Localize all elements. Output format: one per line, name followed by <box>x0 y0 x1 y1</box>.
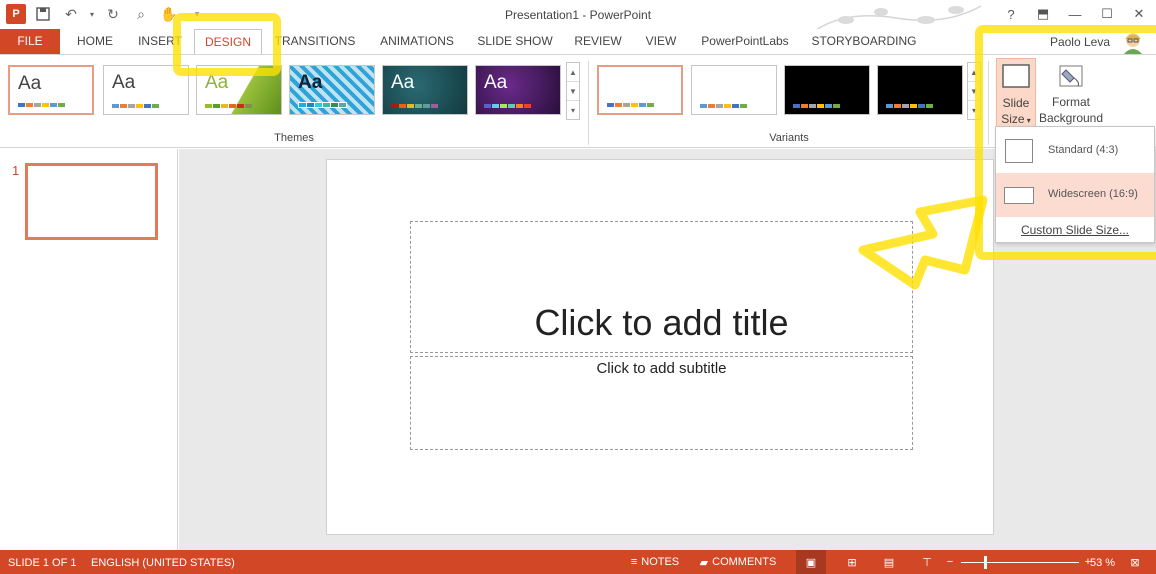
variant-3[interactable] <box>784 65 870 115</box>
slide-size-highlight <box>975 25 1156 260</box>
group-divider <box>588 61 589 145</box>
tab-review[interactable]: REVIEW <box>568 29 628 54</box>
tab-animations[interactable]: ANIMATIONS <box>372 29 462 54</box>
gallery-down-icon[interactable]: ▼ <box>567 82 579 101</box>
title-placeholder[interactable]: Click to add title <box>410 221 913 353</box>
gallery-more-icon[interactable]: ▾ <box>567 101 579 119</box>
title-placeholder-text: Click to add title <box>534 302 789 343</box>
help-icon[interactable]: ? <box>1000 5 1022 23</box>
theme-sample-text: Aa <box>112 72 136 93</box>
comments-label: COMMENTS <box>712 556 777 568</box>
theme-integral[interactable]: Aa <box>289 65 375 115</box>
slide-thumbnail[interactable] <box>25 163 158 240</box>
notes-button[interactable]: ≡ NOTES <box>630 554 680 570</box>
slide-indicator: SLIDE 1 OF 1 <box>8 557 77 569</box>
slide-show-icon[interactable]: ⊤ <box>915 554 939 570</box>
status-bar: SLIDE 1 OF 1 ENGLISH (UNITED STATES) ≡ NO… <box>0 550 1156 574</box>
ribbon-display-options-icon[interactable]: ⬒ <box>1032 5 1054 23</box>
reading-view-icon[interactable]: ▤ <box>877 554 901 570</box>
close-icon[interactable]: ✕ <box>1128 5 1150 23</box>
tab-view[interactable]: VIEW <box>640 29 682 54</box>
theme-ion[interactable]: Aa <box>475 65 561 115</box>
tab-home[interactable]: HOME <box>70 29 120 54</box>
window-controls: ? ⬒ — ☐ ✕ <box>1000 5 1150 23</box>
design-tab-highlight <box>173 13 281 76</box>
variants-group-label: Variants <box>769 132 809 144</box>
tab-powerpointlabs[interactable]: PowerPointLabs <box>694 29 796 54</box>
normal-view-icon[interactable]: ▣ <box>796 550 826 574</box>
variant-4[interactable] <box>877 65 963 115</box>
theme-sample-text: Aa <box>18 73 42 94</box>
tab-slide-show[interactable]: SLIDE SHOW <box>474 29 556 54</box>
annotation-arrow-icon <box>858 195 988 290</box>
minimize-icon[interactable]: — <box>1064 5 1086 23</box>
fit-to-window-icon[interactable]: ⊠ <box>1125 554 1145 570</box>
tab-transitions[interactable]: TRANSITIONS <box>270 29 360 54</box>
theme-sample-text: Aa <box>298 72 323 93</box>
zoom-slider[interactable] <box>961 562 1079 563</box>
slide-sorter-icon[interactable]: ⊞ <box>840 554 864 570</box>
zoom-out-icon[interactable]: − <box>944 554 956 570</box>
comments-button[interactable]: ▰ COMMENTS <box>698 554 778 570</box>
subtitle-placeholder-text: Click to add subtitle <box>596 360 727 377</box>
language-indicator[interactable]: ENGLISH (UNITED STATES) <box>91 557 235 569</box>
notes-icon: ≡ <box>630 556 638 568</box>
theme-office[interactable]: Aa <box>8 65 94 115</box>
theme-ion-boardroom[interactable]: Aa <box>382 65 468 115</box>
tab-file[interactable]: FILE <box>0 29 60 54</box>
theme-sample-text: Aa <box>391 72 415 93</box>
variant-2[interactable] <box>691 65 777 115</box>
themes-gallery-scroll[interactable]: ▲ ▼ ▾ <box>566 62 580 120</box>
variant-1[interactable] <box>597 65 683 115</box>
comments-icon: ▰ <box>699 556 709 569</box>
slide-number: 1 <box>12 163 20 178</box>
themes-group-label: Themes <box>274 132 314 144</box>
zoom-level[interactable]: 53 % <box>1090 557 1115 569</box>
zoom-slider-thumb[interactable] <box>984 556 987 569</box>
gallery-up-icon[interactable]: ▲ <box>567 63 579 82</box>
tab-storyboarding[interactable]: STORYBOARDING <box>808 29 920 54</box>
slide-thumbnail-pane: 1 <box>0 149 178 550</box>
notes-label: NOTES <box>641 556 680 568</box>
subtitle-placeholder[interactable]: Click to add subtitle <box>410 356 913 450</box>
maximize-icon[interactable]: ☐ <box>1096 5 1118 23</box>
theme-sample-text: Aa <box>484 72 508 93</box>
